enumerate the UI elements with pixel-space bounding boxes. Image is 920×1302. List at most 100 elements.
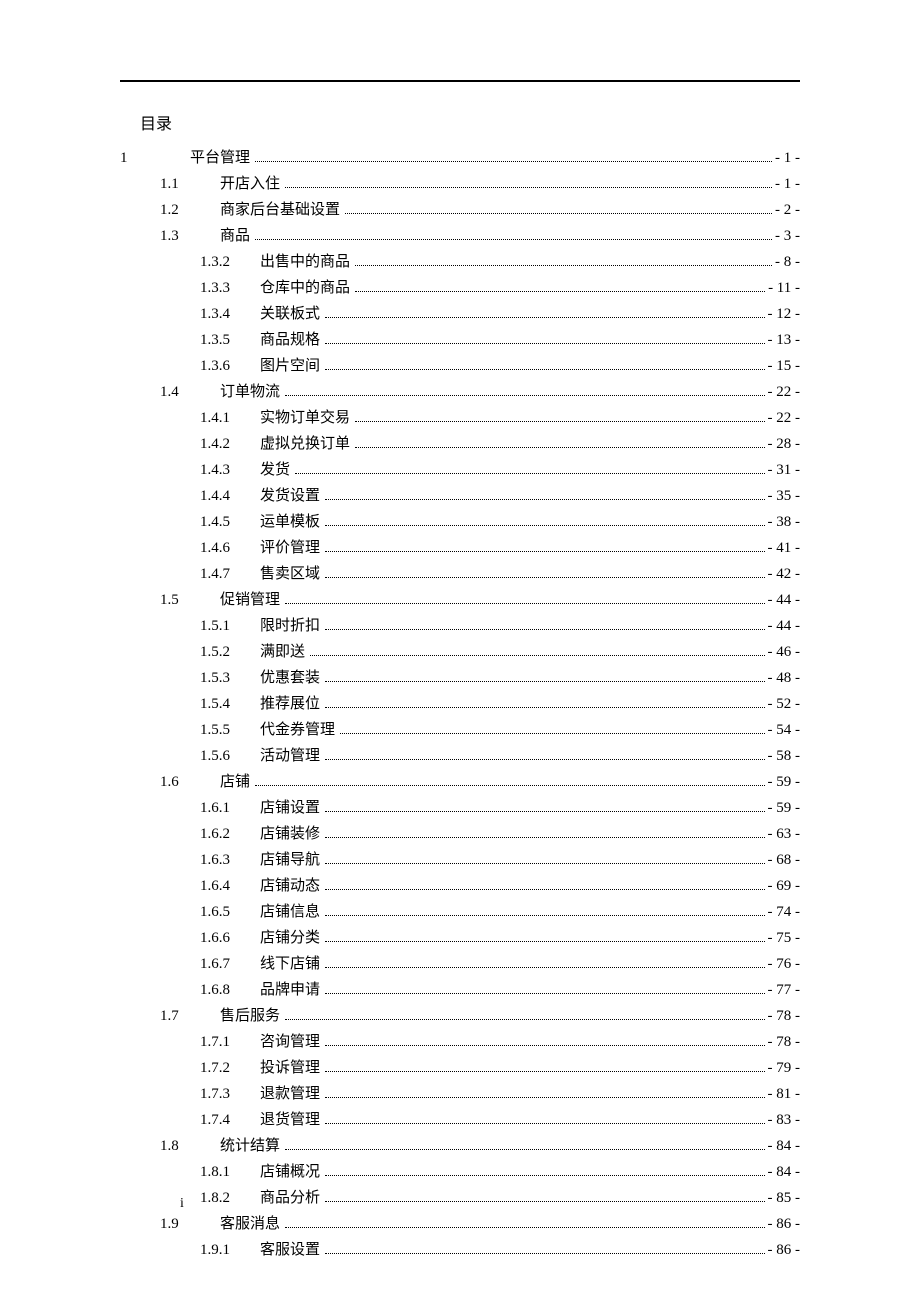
toc-leader-dots: [255, 785, 764, 786]
toc-entry: 1.2商家后台基础设置 - 2 -: [120, 198, 800, 222]
toc-entry-page: - 85 -: [768, 1186, 801, 1210]
toc-entry-number: 1.5.2: [120, 640, 260, 664]
toc-entry-number: 1.9.1: [120, 1238, 260, 1262]
document-page: 目录 1平台管理- 1 -1.1开店入住- 1 -1.2商家后台基础设置- 2 …: [0, 0, 920, 1302]
toc-entry: 1.6.1店铺设置- 59 -: [120, 796, 800, 820]
toc-entry-page: - 22 -: [768, 380, 801, 404]
toc-entry-number: 1.4: [120, 380, 220, 404]
toc-entry-label: 售后服务: [220, 1004, 282, 1028]
toc-leader-dots: [325, 1123, 764, 1124]
toc-entry-number: 1.7.3: [120, 1082, 260, 1106]
table-of-contents: 1平台管理- 1 -1.1开店入住- 1 -1.2商家后台基础设置- 2 -1.…: [120, 146, 800, 1262]
toc-entry-label: 商品规格: [260, 328, 322, 352]
toc-entry-label: 线下店铺: [260, 952, 322, 976]
toc-entry-number: 1.6.6: [120, 926, 260, 950]
toc-leader-dots: [325, 369, 764, 370]
toc-leader-dots: [325, 629, 764, 630]
toc-entry-label: 店铺设置: [260, 796, 322, 820]
toc-entry-label: 运单模板: [260, 510, 322, 534]
toc-entry-page: - 2 -: [775, 198, 800, 222]
toc-entry: 1.6店铺- 59 -: [120, 770, 800, 794]
toc-entry-number: 1.2: [120, 198, 220, 222]
toc-entry-number: 1.3.4: [120, 302, 260, 326]
toc-entry-label: 店铺概况: [260, 1160, 322, 1184]
toc-entry: 1平台管理- 1 -: [120, 146, 800, 170]
toc-entry-page: - 15 -: [768, 354, 801, 378]
toc-entry-page: - 58 -: [768, 744, 801, 768]
toc-entry-page: - 44 -: [768, 614, 801, 638]
toc-entry: 1.4.5运单模板- 38 -: [120, 510, 800, 534]
toc-entry: 1.4订单物流 - 22 -: [120, 380, 800, 404]
toc-leader-dots: [285, 1149, 764, 1150]
toc-entry-page: - 48 -: [768, 666, 801, 690]
toc-entry-number: 1.3.5: [120, 328, 260, 352]
toc-leader-dots: [340, 733, 764, 734]
toc-entry-number: 1.6.4: [120, 874, 260, 898]
toc-entry: 1.5.1限时折扣- 44 -: [120, 614, 800, 638]
toc-entry-number: 1.4.5: [120, 510, 260, 534]
toc-entry: 1.5.2满即送- 46 -: [120, 640, 800, 664]
toc-leader-dots: [310, 655, 764, 656]
toc-entry-label: 订单物流: [220, 380, 282, 404]
toc-entry-page: - 22 -: [768, 406, 801, 430]
toc-entry: 1.3商品- 3 -: [120, 224, 800, 248]
toc-leader-dots: [325, 993, 764, 994]
toc-entry-page: - 79 -: [768, 1056, 801, 1080]
toc-entry-label: 退货管理: [260, 1108, 322, 1132]
toc-entry-label: 品牌申请: [260, 978, 322, 1002]
toc-leader-dots: [325, 889, 764, 890]
toc-entry-label: 店铺装修: [260, 822, 322, 846]
toc-entry-number: 1.5.6: [120, 744, 260, 768]
toc-leader-dots: [325, 837, 764, 838]
toc-entry-label: 店铺分类: [260, 926, 322, 950]
toc-leader-dots: [325, 1175, 764, 1176]
toc-entry-page: - 74 -: [768, 900, 801, 924]
toc-leader-dots: [325, 941, 764, 942]
toc-entry-number: 1.6.5: [120, 900, 260, 924]
toc-entry-page: - 86 -: [768, 1212, 801, 1236]
toc-entry-page: - 28 -: [768, 432, 801, 456]
toc-entry-number: 1.1: [120, 172, 220, 196]
toc-entry-page: - 35 -: [768, 484, 801, 508]
toc-entry: 1.9客服消息- 86 -: [120, 1212, 800, 1236]
toc-entry-label: 优惠套装: [260, 666, 322, 690]
toc-entry-page: - 8 -: [775, 250, 800, 274]
toc-entry-page: - 1 -: [775, 146, 800, 170]
header-rule: [120, 80, 800, 82]
toc-entry-page: - 86 -: [768, 1238, 801, 1262]
toc-entry-label: 推荐展位: [260, 692, 322, 716]
toc-entry: 1.9.1客服设置- 86 -: [120, 1238, 800, 1262]
toc-entry-label: 售卖区域: [260, 562, 322, 586]
toc-entry-page: - 54 -: [768, 718, 801, 742]
toc-entry-label: 实物订单交易: [260, 406, 352, 430]
toc-leader-dots: [325, 577, 764, 578]
toc-entry: 1.7.4退货管理- 83 -: [120, 1108, 800, 1132]
toc-leader-dots: [355, 265, 772, 266]
toc-entry-label: 出售中的商品: [260, 250, 352, 274]
toc-entry-page: - 31 -: [768, 458, 801, 482]
toc-leader-dots: [355, 421, 764, 422]
toc-leader-dots: [325, 759, 764, 760]
toc-entry: 1.7.2投诉管理- 79 -: [120, 1056, 800, 1080]
toc-entry-page: - 84 -: [768, 1160, 801, 1184]
toc-entry-number: 1.5.1: [120, 614, 260, 638]
toc-entry: 1.5.5代金券管理- 54 -: [120, 718, 800, 742]
toc-entry-page: - 76 -: [768, 952, 801, 976]
toc-leader-dots: [325, 707, 764, 708]
toc-entry-page: - 78 -: [768, 1030, 801, 1054]
toc-leader-dots: [325, 863, 764, 864]
toc-entry-number: 1.6.3: [120, 848, 260, 872]
toc-leader-dots: [325, 915, 764, 916]
toc-leader-dots: [325, 343, 764, 344]
toc-entry-page: - 3 -: [775, 224, 800, 248]
toc-entry-number: 1.5: [120, 588, 220, 612]
toc-entry-page: - 1 -: [775, 172, 800, 196]
toc-entry: 1.6.7线下店铺- 76 -: [120, 952, 800, 976]
toc-entry-number: 1.4.7: [120, 562, 260, 586]
toc-entry-label: 商家后台基础设置: [220, 198, 342, 222]
toc-leader-dots: [325, 525, 764, 526]
toc-leader-dots: [285, 1227, 764, 1228]
toc-entry: 1.7.1咨询管理- 78 -: [120, 1030, 800, 1054]
toc-entry-label: 图片空间: [260, 354, 322, 378]
toc-entry-number: 1.6.1: [120, 796, 260, 820]
